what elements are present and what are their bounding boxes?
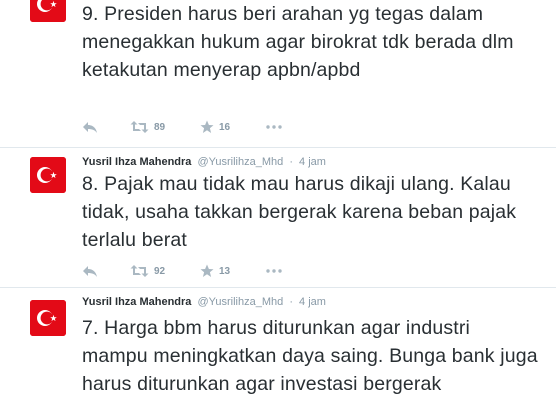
timestamp-link[interactable]: 4 jam [299,156,326,168]
tweet[interactable]: 9. Presiden harus beri arahan yg tegas d… [0,0,556,148]
timeline: 9. Presiden harus beri arahan yg tegas d… [0,0,556,416]
star-icon [200,264,214,277]
separator: · [289,156,293,168]
favorite-count: 16 [219,121,231,133]
author-name[interactable]: Yusril Ihza Mahendra [82,296,191,308]
separator: · [289,296,293,308]
tweet-header: Yusril Ihza Mahendra @Yusrilihza_Mhd · 4… [82,155,326,169]
retweet-button[interactable]: 92 [130,262,165,280]
more-dots-icon [266,125,282,129]
timestamp-link[interactable]: 4 jam [299,296,326,308]
tweet[interactable]: Yusril Ihza Mahendra @Yusrilihza_Mhd · 4… [0,288,556,416]
tweet-text: 7. Harga bbm harus diturunkan agar indus… [82,317,538,395]
more-button[interactable] [266,118,282,136]
retweet-button[interactable]: 89 [130,118,165,136]
turkish-flag-icon [30,0,66,22]
tweet-text: 8. Pajak mau tidak mau harus dikaji ulan… [82,173,517,251]
retweet-icon [130,265,149,277]
avatar[interactable] [30,157,66,193]
author-handle[interactable]: @Yusrilihza_Mhd [197,156,283,168]
reply-button[interactable] [82,262,98,280]
more-button[interactable] [266,262,282,280]
avatar[interactable] [30,0,66,22]
reply-icon [83,122,97,133]
turkish-flag-icon [30,157,66,193]
reply-icon [83,266,97,277]
retweet-count: 92 [154,265,166,277]
star-icon [200,120,214,133]
favorite-button[interactable]: 16 [200,118,230,136]
tweet-actions: 89 16 [82,118,302,136]
turkish-flag-icon [30,300,66,336]
tweet-actions: 92 13 [82,262,302,280]
retweet-count: 89 [154,121,166,133]
retweet-icon [130,121,149,133]
tweet-text: 9. Presiden harus beri arahan yg tegas d… [82,3,514,81]
tweet-header: Yusril Ihza Mahendra @Yusrilihza_Mhd · 4… [82,295,326,309]
avatar[interactable] [30,300,66,336]
favorite-button[interactable]: 13 [200,262,230,280]
tweet[interactable]: Yusril Ihza Mahendra @Yusrilihza_Mhd · 4… [0,148,556,288]
author-name[interactable]: Yusril Ihza Mahendra [82,156,191,168]
more-dots-icon [266,269,282,273]
author-handle[interactable]: @Yusrilihza_Mhd [197,296,283,308]
reply-button[interactable] [82,118,98,136]
favorite-count: 13 [219,265,231,277]
